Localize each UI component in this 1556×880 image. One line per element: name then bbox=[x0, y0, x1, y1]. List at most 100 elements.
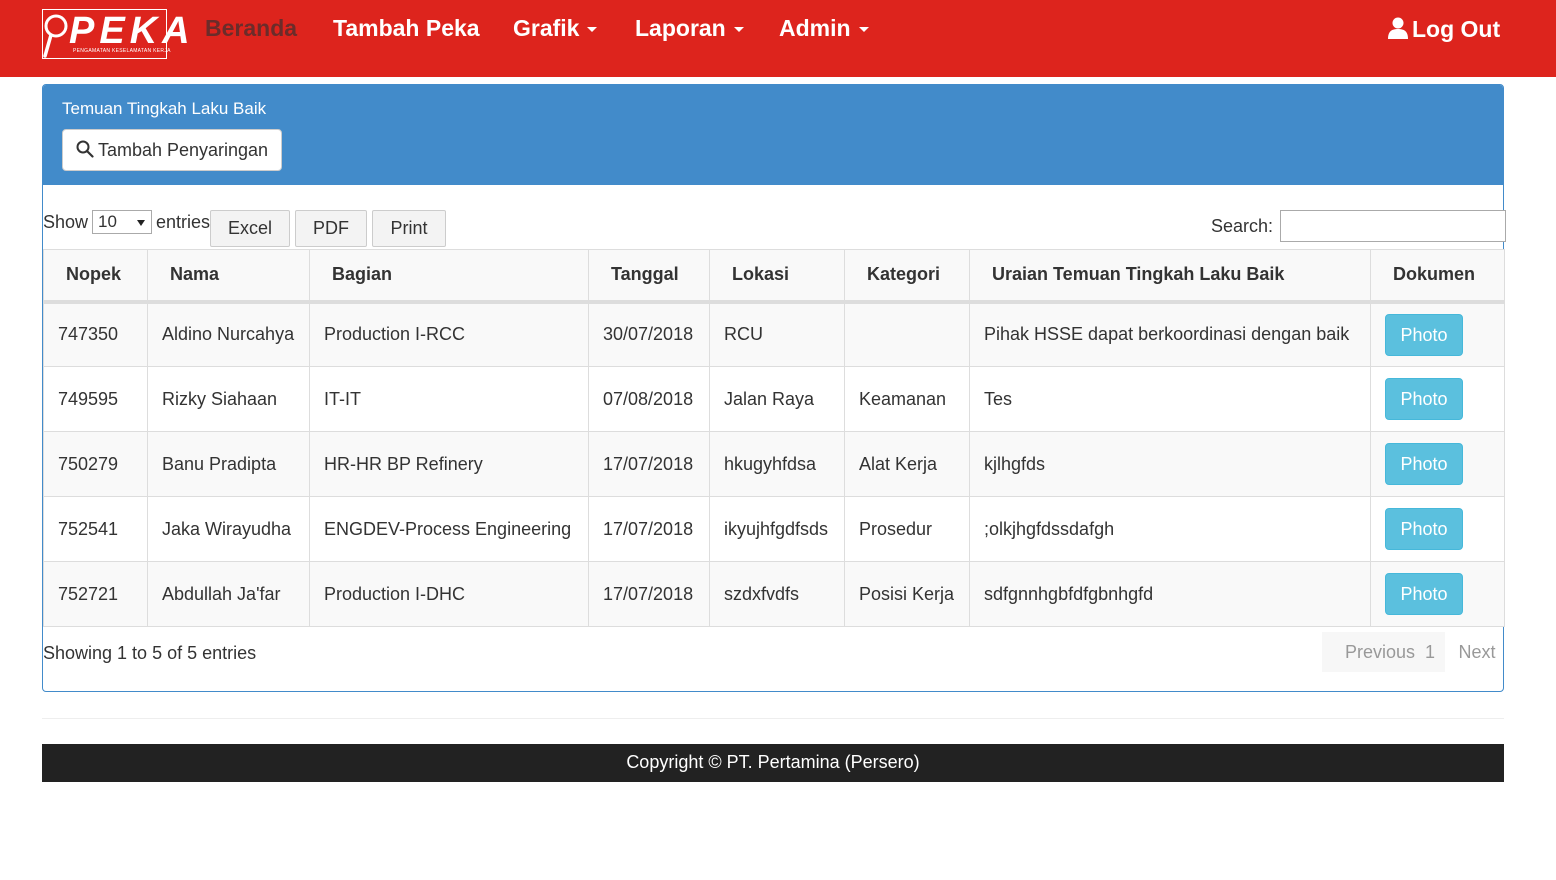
panel-title: Temuan Tingkah Laku Baik bbox=[62, 99, 267, 118]
logout-label: Log Out bbox=[1412, 16, 1501, 42]
nav-admin-dropdown[interactable]: Admin bbox=[779, 13, 869, 43]
photo-button[interactable]: Photo bbox=[1385, 313, 1463, 356]
cell-dokumen: Photo bbox=[1370, 496, 1505, 562]
add-filter-button[interactable]: Tambah Penyaringan bbox=[62, 129, 282, 171]
footer: Copyright © PT. Pertamina (Persero) bbox=[42, 744, 1504, 782]
cell-bagian: IT-IT bbox=[309, 366, 589, 432]
cell-nopek: 749595 bbox=[43, 366, 148, 432]
cell-lokasi: hkugyhfdsa bbox=[709, 431, 845, 497]
entries-length-select[interactable]: 10 bbox=[92, 210, 152, 234]
navbar: PEKA PENGAMATAN KESELAMATAN KERJA Berand… bbox=[0, 0, 1556, 77]
cell-uraian: ;olkjhgfdssdafgh bbox=[969, 496, 1371, 562]
nav-grafik-label: Grafik bbox=[513, 15, 580, 41]
entries-label: entries bbox=[156, 212, 211, 232]
panel-header: Temuan Tingkah Laku Baik Tambah Penyarin… bbox=[43, 85, 1503, 185]
entries-length-value: 10 bbox=[98, 212, 117, 231]
cell-tanggal: 17/07/2018 bbox=[588, 431, 710, 497]
column-header-tanggal[interactable]: Tanggal bbox=[588, 249, 710, 304]
findings-panel: Temuan Tingkah Laku Baik Tambah Penyarin… bbox=[42, 84, 1507, 692]
cell-kategori: Prosedur bbox=[844, 496, 970, 562]
cell-nopek: 752721 bbox=[43, 561, 148, 627]
cell-tanggal: 30/07/2018 bbox=[588, 301, 710, 367]
cell-lokasi: ikyujhfgdfsds bbox=[709, 496, 845, 562]
cell-nopek: 750279 bbox=[43, 431, 148, 497]
cell-tanggal: 17/07/2018 bbox=[588, 496, 710, 562]
cell-kategori: Alat Kerja bbox=[844, 431, 970, 497]
cell-kategori: Posisi Kerja bbox=[844, 561, 970, 627]
select-arrow-icon bbox=[137, 220, 145, 226]
cell-tanggal: 17/07/2018 bbox=[588, 561, 710, 627]
nav-beranda[interactable]: Beranda bbox=[205, 13, 297, 43]
nav-laporan-label: Laporan bbox=[635, 15, 726, 41]
add-filter-label: Tambah Penyaringan bbox=[97, 140, 269, 160]
cell-bagian: Production I-DHC bbox=[309, 561, 589, 627]
caret-down-icon bbox=[858, 27, 869, 33]
cell-dokumen: Photo bbox=[1370, 431, 1505, 497]
table-row: 752541 Jaka Wirayudha ENGDEV-Process Engin… bbox=[43, 496, 1505, 562]
cell-lokasi: Jalan Raya bbox=[709, 366, 845, 432]
cell-uraian: sdfgnnhgbfdfgbnhgfd bbox=[969, 561, 1371, 627]
copyright-text: Copyright © PT. Pertamina (Persero) bbox=[626, 752, 920, 772]
cell-lokasi: szdxfvdfs bbox=[709, 561, 845, 627]
column-header-kategori[interactable]: Kategori bbox=[844, 249, 970, 304]
caret-down-icon bbox=[733, 27, 744, 33]
cell-bagian: HR-HR BP Refinery bbox=[309, 431, 589, 497]
cell-lokasi: RCU bbox=[709, 301, 845, 367]
cell-nopek: 752541 bbox=[43, 496, 148, 562]
cell-kategori bbox=[844, 301, 970, 367]
print-button[interactable]: Print bbox=[372, 210, 446, 247]
cell-nama: Rizky Siahaan bbox=[147, 366, 310, 432]
column-header-uraian[interactable]: Uraian Temuan Tingkah Laku Baik bbox=[969, 249, 1371, 304]
photo-button[interactable]: Photo bbox=[1385, 508, 1463, 550]
cell-kategori: Keamanan bbox=[844, 366, 970, 432]
cell-uraian: kjlhgfds bbox=[969, 431, 1371, 497]
user-icon bbox=[1388, 17, 1408, 39]
logo-text: PEKA bbox=[69, 10, 195, 52]
photo-button[interactable]: Photo bbox=[1385, 378, 1463, 420]
cell-nama: Banu Pradipta bbox=[147, 431, 310, 497]
cell-bagian: ENGDEV-Process Engineering bbox=[309, 496, 589, 562]
column-header-lokasi[interactable]: Lokasi bbox=[709, 249, 845, 304]
column-header-bagian[interactable]: Bagian bbox=[309, 249, 589, 304]
cell-nama: Abdullah Ja'far bbox=[147, 561, 310, 627]
nav-admin-label: Admin bbox=[779, 15, 851, 41]
logout-link[interactable]: Log Out bbox=[1388, 14, 1500, 44]
cell-uraian: Tes bbox=[969, 366, 1371, 432]
cell-nama: Aldino Nurcahya bbox=[147, 301, 310, 367]
divider bbox=[42, 718, 1504, 719]
nav-tambah-peka[interactable]: Tambah Peka bbox=[333, 13, 480, 43]
table-info: Showing 1 to 5 of 5 entries bbox=[43, 643, 257, 663]
table-row: 752721 Abdullah Ja'far Production I-DHC 17/… bbox=[43, 561, 1505, 627]
photo-button[interactable]: Photo bbox=[1385, 443, 1463, 485]
show-label: Show bbox=[43, 212, 89, 232]
cell-nopek: 747350 bbox=[43, 301, 148, 367]
logo-subtitle: PENGAMATAN KESELAMATAN KERJA bbox=[73, 48, 171, 54]
table-row: 747350 Aldino Nurcahya Production I-RCC 30/… bbox=[43, 301, 1505, 367]
search-label: Search: bbox=[1211, 216, 1274, 236]
findings-table: Nopek Nama Bagian Tanggal Lokasi Kategori Urai… bbox=[43, 249, 1505, 627]
column-header-nopek[interactable]: Nopek bbox=[43, 249, 148, 304]
next-page-button[interactable]: Next bbox=[1447, 632, 1507, 672]
cell-nama: Jaka Wirayudha bbox=[147, 496, 310, 562]
pdf-button[interactable]: PDF bbox=[295, 210, 367, 247]
table-header-row: Nopek Nama Bagian Tanggal Lokasi Kategori Urai… bbox=[43, 249, 1505, 304]
cell-bagian: Production I-RCC bbox=[309, 301, 589, 367]
nav-laporan-dropdown[interactable]: Laporan bbox=[635, 13, 744, 43]
cell-uraian: Pihak HSSE dapat berkoordinasi dengan ba… bbox=[969, 301, 1371, 367]
cell-dokumen: Photo bbox=[1370, 366, 1505, 432]
excel-button[interactable]: Excel bbox=[210, 210, 290, 247]
cell-dokumen: Photo bbox=[1370, 561, 1505, 627]
nav-grafik-dropdown[interactable]: Grafik bbox=[513, 13, 598, 43]
column-header-dokumen[interactable]: Dokumen bbox=[1370, 249, 1505, 304]
caret-down-icon bbox=[587, 27, 598, 33]
table-row: 749595 Rizky Siahaan IT-IT 07/08/2018 Jalan … bbox=[43, 366, 1505, 432]
cell-tanggal: 07/08/2018 bbox=[588, 366, 710, 432]
search-icon bbox=[76, 140, 94, 158]
column-header-nama[interactable]: Nama bbox=[147, 249, 310, 304]
photo-button[interactable]: Photo bbox=[1385, 573, 1463, 615]
table-row: 750279 Banu Pradipta HR-HR BP Refinery 17/0… bbox=[43, 431, 1505, 497]
cell-dokumen: Photo bbox=[1370, 301, 1505, 367]
brand-logo[interactable]: PEKA PENGAMATAN KESELAMATAN KERJA bbox=[42, 9, 190, 59]
page-1-button[interactable]: 1 bbox=[1415, 632, 1445, 672]
search-input[interactable] bbox=[1280, 210, 1506, 242]
